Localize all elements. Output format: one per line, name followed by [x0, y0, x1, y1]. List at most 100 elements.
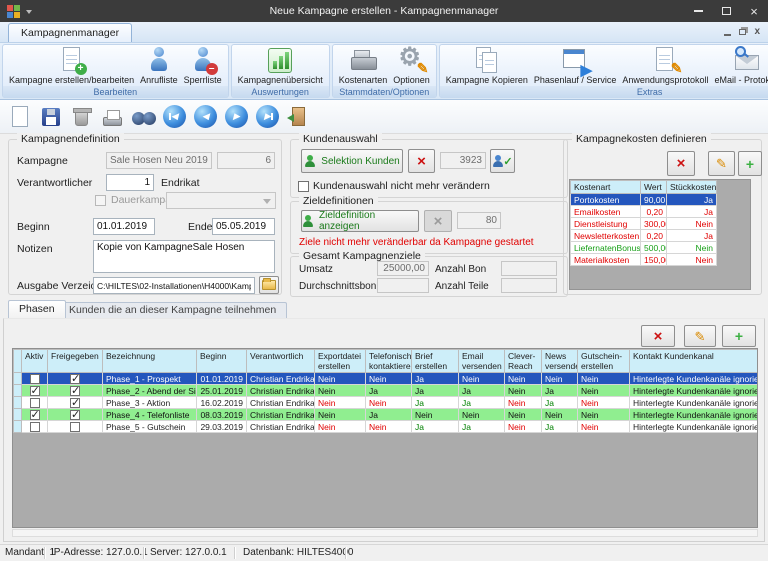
- verantwortlicher-field[interactable]: [106, 174, 154, 191]
- grid-column-header[interactable]: Aktiv: [22, 350, 48, 373]
- freigegeben-checkbox[interactable]: [70, 398, 80, 408]
- red-x-icon: ×: [677, 156, 686, 171]
- umsatz-field[interactable]: [377, 261, 429, 276]
- plus-icon: +: [746, 157, 754, 171]
- selektion-kunden-button[interactable]: Selektion Kunden: [301, 149, 403, 173]
- print-button[interactable]: [99, 103, 126, 130]
- ziele-count-field[interactable]: [457, 212, 501, 229]
- browse-folder-button[interactable]: [259, 276, 279, 294]
- phase-row[interactable]: Phase_3 - Aktion16.02.2019Christian Endr…: [14, 397, 759, 409]
- nav-last-button[interactable]: ▶: [254, 103, 281, 130]
- grid-column-header[interactable]: Verantwortlich: [247, 350, 315, 373]
- kosten-edit-button[interactable]: ✎: [708, 151, 735, 176]
- phase-row[interactable]: Phase_5 - Gutschein29.03.2019Christian E…: [14, 421, 759, 433]
- beginn-field[interactable]: [93, 218, 155, 235]
- grid-column-header[interactable]: Exportdatei erstellen: [315, 350, 366, 373]
- aktiv-checkbox[interactable]: [30, 422, 40, 432]
- grid-column-header[interactable]: Brief erstellen: [412, 350, 459, 373]
- zieldefinition-anzeigen-button[interactable]: Zieldefinition anzeigen: [301, 210, 419, 232]
- freigegeben-checkbox[interactable]: [70, 422, 80, 432]
- cost-col-wert[interactable]: Wert: [641, 181, 667, 194]
- phasenlauf-service-button[interactable]: ▶ Phasenlauf / Service: [531, 46, 620, 86]
- tab-kampagnenmanager[interactable]: Kampagnenmanager: [8, 23, 132, 42]
- clear-kundenauswahl-button[interactable]: ×: [408, 149, 435, 173]
- phase-row[interactable]: Phase_2 - Abend der Sinne25.01.2019Chris…: [14, 385, 759, 397]
- kampagne-number-field[interactable]: [217, 152, 275, 169]
- cost-row[interactable]: Newsletterkosten0,20Ja: [571, 230, 717, 242]
- kostenarten-button[interactable]: Kostenarten: [336, 46, 391, 86]
- aktiv-checkbox[interactable]: [30, 410, 40, 420]
- cost-col-kostenart[interactable]: Kostenart: [571, 181, 641, 194]
- grid-column-header[interactable]: Kontakt Kundenkanal: [630, 350, 759, 373]
- grid-column-header[interactable]: News versenden: [542, 350, 578, 373]
- grid-column-header[interactable]: Beginn: [197, 350, 247, 373]
- phase-row[interactable]: Phase_1 - Prospekt01.01.2019Christian En…: [14, 373, 759, 385]
- ausgabe-verzeichnis-field[interactable]: [93, 277, 255, 294]
- maximize-button[interactable]: [712, 0, 740, 22]
- kampagnendefinition-group: Kampagnendefinition Kampagne Verantwortl…: [8, 139, 282, 295]
- phase-add-button[interactable]: +: [722, 325, 756, 347]
- phase-delete-button[interactable]: ×: [641, 325, 675, 347]
- mdi-close-icon[interactable]: x: [754, 27, 760, 37]
- aktiv-checkbox[interactable]: [30, 398, 40, 408]
- anzahl-bon-field[interactable]: [501, 261, 557, 276]
- cost-row[interactable]: LiefernatenBonus500,00Nein: [571, 242, 717, 254]
- grid-column-header[interactable]: Telefonisch kontaktieren: [366, 350, 412, 373]
- kampagnenuebersicht-button[interactable]: Kampagnenübersicht: [235, 46, 326, 86]
- durchschnittsbon-field[interactable]: [377, 278, 429, 293]
- exit-button[interactable]: [285, 103, 312, 130]
- kundenauswahl-lock-checkbox[interactable]: [298, 181, 309, 192]
- horizontal-scrollbar[interactable]: [12, 529, 758, 537]
- close-button[interactable]: ×: [740, 0, 768, 22]
- tab-kunden-teilnehmen[interactable]: Kunden die an dieser Kampagne teilnehmen: [58, 302, 287, 318]
- notizen-field[interactable]: Kopie von KampagneSale Hosen: [93, 240, 275, 273]
- cost-col-stueckkosten[interactable]: Stückkosten: [667, 181, 717, 194]
- cost-row[interactable]: Emailkosten0,20Ja: [571, 206, 717, 218]
- tab-phasen[interactable]: Phasen: [8, 300, 66, 318]
- save-button[interactable]: [37, 103, 64, 130]
- kosten-delete-button[interactable]: ×: [667, 151, 695, 176]
- kosten-add-button[interactable]: +: [738, 151, 762, 176]
- kunden-pruefen-button[interactable]: ✓: [490, 149, 515, 173]
- dauerkampagne-dropdown[interactable]: [166, 192, 276, 209]
- delete-button[interactable]: [68, 103, 95, 130]
- kunden-count-field[interactable]: [440, 152, 486, 169]
- freigegeben-checkbox[interactable]: [70, 374, 80, 384]
- sperrliste-button[interactable]: – Sperrliste: [181, 46, 225, 86]
- anrufliste-button[interactable]: Anrufliste: [137, 46, 181, 86]
- nav-prev-button[interactable]: ◀: [192, 103, 219, 130]
- anzahl-teile-field[interactable]: [501, 278, 557, 293]
- kampagne-erstellen-button[interactable]: + Kampagne erstellen/bearbeiten: [6, 46, 137, 86]
- email-protokoll-button[interactable]: eMail - Protokoll: [711, 46, 768, 86]
- dauerkampagne-checkbox[interactable]: [95, 195, 106, 206]
- minimize-button[interactable]: [684, 0, 712, 22]
- aktiv-checkbox[interactable]: [30, 386, 40, 396]
- cost-row[interactable]: Dienstleistung300,00Nein: [571, 218, 717, 230]
- nav-next-button[interactable]: ▶: [223, 103, 250, 130]
- nav-first-button[interactable]: ◀: [161, 103, 188, 130]
- search-button[interactable]: [130, 103, 157, 130]
- aktiv-checkbox[interactable]: [30, 374, 40, 384]
- new-button[interactable]: [6, 103, 33, 130]
- freigegeben-checkbox[interactable]: [70, 410, 80, 420]
- grid-column-header[interactable]: Gutschein-erstellen: [578, 350, 630, 373]
- ende-field[interactable]: [212, 218, 275, 235]
- freigegeben-checkbox[interactable]: [70, 386, 80, 396]
- kampagne-kopieren-button[interactable]: Kampagne Kopieren: [443, 46, 531, 86]
- phase-row[interactable]: Phase_4 - Telefonliste08.03.2019Christia…: [14, 409, 759, 421]
- grid-column-header[interactable]: Bezeichnung: [103, 350, 197, 373]
- grid-column-header[interactable]: Freigegeben: [48, 350, 103, 373]
- mdi-minimize-icon[interactable]: [724, 34, 731, 36]
- mdi-restore-icon[interactable]: [739, 29, 746, 35]
- status-bar: Mandant: 1 IP-Adresse: 127.0.0.1 Server:…: [0, 544, 768, 561]
- clear-ziele-button[interactable]: ×: [424, 210, 452, 232]
- grid-column-header[interactable]: Email versenden: [459, 350, 505, 373]
- row-header: [14, 397, 22, 409]
- phase-edit-button[interactable]: ✎: [684, 325, 716, 347]
- cost-row[interactable]: Portokosten90,00Ja: [571, 194, 717, 206]
- kampagne-field[interactable]: [106, 152, 212, 169]
- anwendungsprotokoll-button[interactable]: ✎ Anwendungsprotokoll: [619, 46, 711, 86]
- grid-column-header[interactable]: Clever-Reach: [505, 350, 542, 373]
- optionen-button[interactable]: ⚙✎ Optionen: [390, 46, 433, 86]
- cost-row[interactable]: Materialkosten150,00Nein: [571, 254, 717, 266]
